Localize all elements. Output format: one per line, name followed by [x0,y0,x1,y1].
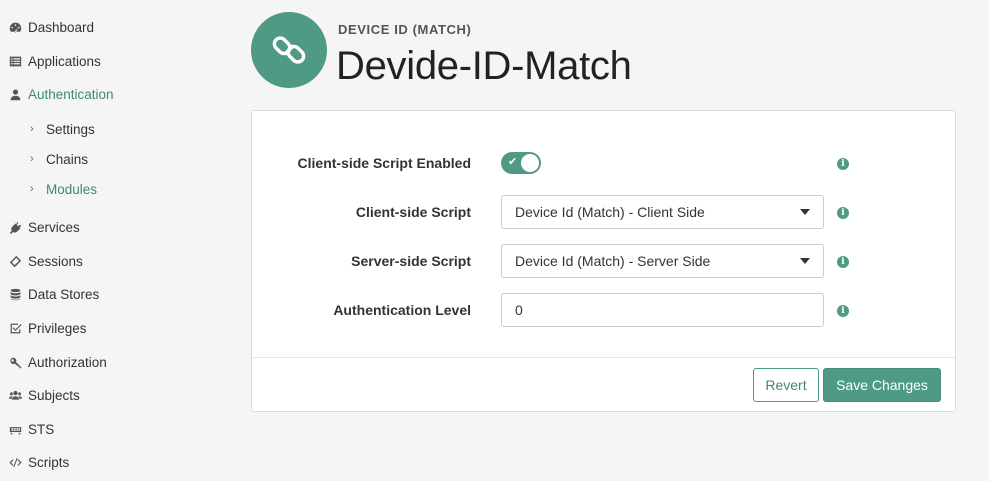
sidebar-item-label: Authentication [28,86,114,102]
server-script-value: Device Id (Match) - Server Side [515,253,711,269]
info-icon[interactable]: i [837,305,849,317]
sidebar-item-privileges[interactable]: Privileges [8,318,87,338]
client-script-label: Client-side Script [355,204,471,220]
key-icon [8,355,22,369]
sidebar-item-authentication[interactable]: Authentication [8,84,114,104]
sidebar: Dashboard Applications Authentication › … [0,0,230,481]
module-settings-panel: Client-side Script Enabled ✔ i Client-si… [251,110,956,412]
info-icon[interactable]: i [837,256,849,268]
sidebar-item-dashboard[interactable]: Dashboard [8,17,94,37]
sidebar-item-label: Privileges [28,320,87,336]
sidebar-item-data-stores[interactable]: Data Stores [8,284,99,304]
page-subtitle: DEVICE ID (MATCH) [338,22,472,37]
info-icon[interactable]: i [837,207,849,219]
info-icon[interactable]: i [837,158,849,170]
sidebar-item-label: Services [28,219,80,235]
sidebar-item-sessions[interactable]: Sessions [8,251,83,271]
users-icon [8,388,22,402]
auth-level-label: Authentication Level [333,302,471,318]
caret-down-icon [800,258,810,264]
sidebar-item-sts[interactable]: STS [8,419,54,439]
ticket-icon [8,254,22,268]
sts-icon [8,422,22,436]
server-script-label: Server-side Script [351,253,471,269]
sidebar-item-scripts[interactable]: Scripts [8,452,69,472]
sidebar-item-label: Scripts [28,454,70,470]
sidebar-item-label: Sessions [28,253,83,269]
client-script-select[interactable]: Device Id (Match) - Client Side [501,195,824,229]
database-icon [8,287,22,301]
sidebar-subitem-label: Settings [46,121,95,137]
page-title: Devide-ID-Match [336,44,632,88]
sidebar-item-services[interactable]: Services [8,217,80,237]
client-script-value: Device Id (Match) - Client Side [515,204,705,220]
sidebar-item-subjects[interactable]: Subjects [8,385,80,405]
chevron-right-icon: › [30,153,34,165]
sidebar-item-label: STS [28,421,55,437]
dashboard-icon [8,20,22,34]
toggle-knob [521,154,539,172]
plug-icon [8,220,22,234]
save-changes-button[interactable]: Save Changes [823,368,941,402]
sidebar-item-label: Data Stores [28,286,100,302]
caret-down-icon [800,209,810,215]
checkbox-icon [8,321,22,335]
auth-level-value: 0 [515,302,523,318]
client-script-enabled-label: Client-side Script Enabled [297,155,471,171]
code-icon [8,455,22,469]
list-icon [8,54,22,68]
chevron-right-icon: › [30,123,34,135]
user-icon [8,87,22,101]
sidebar-item-label: Dashboard [28,19,95,35]
sidebar-item-label: Authorization [28,354,107,370]
sidebar-item-label: Applications [28,53,101,69]
sidebar-subitem-modules[interactable]: › Modules [30,179,97,199]
sidebar-subitem-settings[interactable]: › Settings [30,119,95,139]
auth-level-input[interactable]: 0 [501,293,824,327]
sidebar-subitem-chains[interactable]: › Chains [30,149,88,169]
panel-divider [252,357,955,358]
sidebar-item-applications[interactable]: Applications [8,51,101,71]
link-icon [272,36,306,64]
client-script-enabled-toggle[interactable]: ✔ [501,152,541,174]
check-icon: ✔ [508,155,518,168]
sidebar-subitem-label: Chains [46,151,89,167]
sidebar-item-authorization[interactable]: Authorization [8,352,107,372]
revert-button[interactable]: Revert [753,368,819,402]
sidebar-item-label: Subjects [28,387,80,403]
chevron-right-icon: › [30,183,34,195]
module-logo [251,12,327,88]
sidebar-subitem-label: Modules [46,181,98,197]
server-script-select[interactable]: Device Id (Match) - Server Side [501,244,824,278]
